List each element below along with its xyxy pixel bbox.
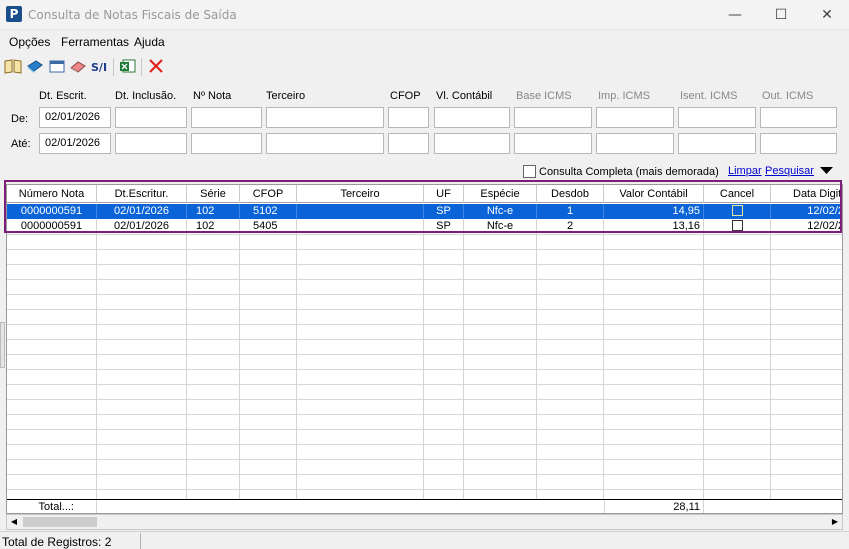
from-dt-escrit-input[interactable]: 02/01/2026 [39, 107, 111, 128]
filter-header-no-nota: Nº Nota [193, 90, 232, 102]
grid-row-line [7, 279, 842, 280]
open-book-icon[interactable] [4, 58, 22, 74]
grid-row-line [7, 234, 842, 235]
to-isent-icms-input[interactable] [678, 133, 756, 154]
grid-row-line [7, 474, 842, 475]
from-terceiro-input[interactable] [266, 107, 384, 128]
results-grid: Número Nota Dt.Escritur. Série CFOP Terc… [6, 184, 843, 514]
dropdown-arrow-icon[interactable] [820, 166, 833, 175]
to-imp-icms-input[interactable] [596, 133, 674, 154]
grid-column-line [296, 234, 297, 499]
grid-row-line [7, 354, 842, 355]
grid-row-line [7, 489, 842, 490]
filter-header-terceiro: Terceiro [266, 90, 306, 102]
filter-header-dt-inclusao: Dt. Inclusão. [115, 90, 177, 102]
grid-row-line [7, 264, 842, 265]
filter-header-vl-contabil: Vl. Contábil [436, 90, 493, 102]
to-terceiro-input[interactable] [266, 133, 384, 154]
grid-row-line [7, 309, 842, 310]
grid-column-line [603, 234, 604, 499]
to-no-nota-input[interactable] [191, 133, 262, 154]
filter-header-out-icms: Out. ICMS [762, 90, 814, 102]
from-dt-inclusao-input[interactable] [115, 107, 187, 128]
window-icon[interactable] [48, 58, 66, 74]
to-out-icms-input[interactable] [760, 133, 837, 154]
menu-opcoes[interactable]: Opções [9, 35, 50, 49]
filter-header-cfop: CFOP [390, 90, 421, 102]
from-vl-contabil-input[interactable] [434, 107, 510, 128]
record-count: Total de Registros: 2 [2, 535, 112, 549]
full-query-checkbox[interactable] [523, 165, 536, 178]
grid-row-line [7, 444, 842, 445]
filter-header-isent-icms: Isent. ICMS [680, 90, 738, 102]
status-bar: Total de Registros: 2 [0, 531, 849, 549]
excel-export-icon[interactable] [119, 58, 137, 74]
grid-row-line [7, 384, 842, 385]
to-label: Até: [11, 138, 31, 150]
scrollbar-thumb[interactable] [23, 517, 97, 527]
grid-column-line [96, 234, 97, 499]
grid-row-line [7, 249, 842, 250]
grid-column-line [703, 234, 704, 499]
toolbar: S/I [0, 54, 849, 78]
from-label: De: [11, 113, 29, 125]
from-cfop-input[interactable] [388, 107, 429, 128]
selection-highlight-box [4, 180, 842, 233]
clear-link[interactable]: Limpar [728, 165, 762, 177]
toolbar-separator [113, 58, 114, 76]
grid-row-line [7, 294, 842, 295]
total-value: 28,11 [604, 500, 704, 513]
menu-bar: Opções Ferramentas Ajuda [0, 31, 849, 53]
scroll-left-arrow-icon[interactable]: ◀ [7, 515, 21, 529]
grid-row-line [7, 414, 842, 415]
grid-row-line [7, 324, 842, 325]
grid-column-line [239, 234, 240, 499]
to-cfop-input[interactable] [388, 133, 429, 154]
status-divider [140, 533, 141, 549]
side-collapse-handle[interactable] [0, 322, 5, 368]
menu-ferramentas[interactable]: Ferramentas [61, 35, 129, 49]
blue-book-icon[interactable] [26, 58, 44, 74]
to-base-icms-input[interactable] [514, 133, 592, 154]
menu-ajuda[interactable]: Ajuda [134, 35, 165, 49]
to-dt-inclusao-input[interactable] [115, 133, 187, 154]
filter-header-dt-escrit: Dt. Escrit. [39, 90, 87, 102]
grid-row-line [7, 369, 842, 370]
from-no-nota-input[interactable] [191, 107, 262, 128]
filter-header-imp-icms: Imp. ICMS [598, 90, 650, 102]
to-dt-escrit-input[interactable]: 02/01/2026 [39, 133, 111, 154]
grid-total-row: Total...: 28,11 [7, 499, 842, 513]
app-logo-icon: P [6, 6, 22, 22]
maximize-button[interactable]: ☐ [758, 0, 804, 30]
grid-column-line [423, 234, 424, 499]
title-bar: P Consulta de Notas Fiscais de Saída — ☐… [0, 0, 849, 30]
grid-row-line [7, 459, 842, 460]
search-link[interactable]: Pesquisar [765, 165, 814, 177]
to-vl-contabil-input[interactable] [434, 133, 510, 154]
filter-header-base-icms: Base ICMS [516, 90, 572, 102]
full-query-label: Consulta Completa (mais demorada) [539, 166, 719, 178]
grid-row-line [7, 339, 842, 340]
toolbar-separator [141, 58, 142, 76]
from-imp-icms-input[interactable] [596, 107, 674, 128]
eraser-icon[interactable] [69, 58, 87, 74]
from-base-icms-input[interactable] [514, 107, 592, 128]
svg-text:S/I: S/I [91, 61, 107, 74]
grid-row-line [7, 399, 842, 400]
window-title: Consulta de Notas Fiscais de Saída [28, 8, 237, 22]
minimize-button[interactable]: — [712, 0, 758, 30]
close-window-button[interactable]: ✕ [804, 0, 849, 30]
report-edit-icon[interactable]: S/I [90, 58, 108, 74]
scroll-right-arrow-icon[interactable]: ▶ [828, 515, 842, 529]
horizontal-scrollbar[interactable]: ◀ ▶ [6, 514, 843, 530]
from-out-icms-input[interactable] [760, 107, 837, 128]
grid-row-line [7, 429, 842, 430]
grid-column-line [186, 234, 187, 499]
total-label: Total...: [7, 500, 97, 513]
grid-column-line [536, 234, 537, 499]
grid-column-line [770, 234, 771, 499]
from-isent-icms-input[interactable] [678, 107, 756, 128]
close-red-x-icon[interactable] [147, 58, 165, 74]
grid-column-line [463, 234, 464, 499]
